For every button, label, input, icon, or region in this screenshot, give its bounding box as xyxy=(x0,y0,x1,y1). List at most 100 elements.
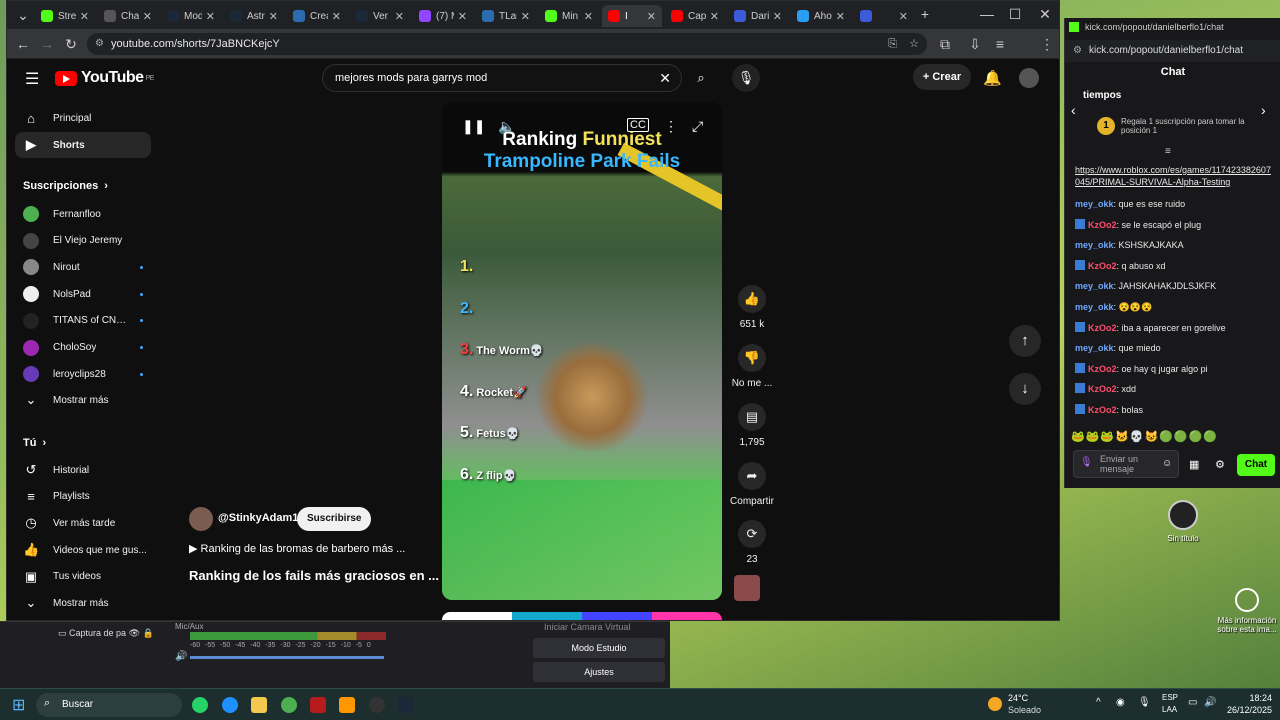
app-icon-a[interactable] xyxy=(339,697,355,713)
short-video-player[interactable]: Ranking Funniest Trampoline Park Fails 1… xyxy=(442,102,722,600)
clock-date[interactable]: 26/12/2025 xyxy=(1222,705,1272,715)
tab-close-icon[interactable]: ✕ xyxy=(584,10,593,23)
sidebar-item-shorts[interactable]: ▶ Shorts xyxy=(15,132,151,158)
browser-tab[interactable]: Aho ✕ xyxy=(791,5,851,27)
start-windows-icon[interactable]: ⊞ xyxy=(12,695,25,715)
tab-close-icon[interactable]: ✕ xyxy=(710,10,719,23)
new-tab-icon[interactable]: + xyxy=(917,6,933,22)
comments-button[interactable]: ▤ 1,795 xyxy=(727,403,777,448)
back-icon[interactable]: ← xyxy=(15,36,31,52)
downloads-icon[interactable]: ⇩ xyxy=(967,36,983,52)
browser-tab[interactable]: Mod ✕ xyxy=(161,5,221,27)
pause-icon[interactable]: ❚❚ xyxy=(462,118,485,135)
voice-search-button[interactable]: 🎙 xyxy=(732,64,760,92)
chat-settings-icon[interactable]: ⚙ xyxy=(1215,458,1225,471)
subscriptions-heading[interactable]: Suscripciones › xyxy=(23,180,108,192)
browser-tab[interactable]: ✕ xyxy=(854,5,914,27)
browser-tab[interactable]: Chat ✕ xyxy=(98,5,158,27)
pinned-toggle-icon[interactable]: ≡ xyxy=(1165,146,1171,157)
keyboard-layout[interactable]: LAA xyxy=(1162,705,1177,714)
emote-bar[interactable]: 🐸🐸🐸🐱💀😺🟢🟢🟢🟢 xyxy=(1071,430,1275,444)
chat-username[interactable]: KzOo2 xyxy=(1088,364,1117,374)
address-bar[interactable]: ⚙ youtube.com/shorts/7JaBNCKejcY ⎘ ☆ xyxy=(87,33,927,55)
channel-name[interactable]: @StinkyAdam1 xyxy=(218,512,298,524)
chat-username[interactable]: mey_okk xyxy=(1075,343,1114,353)
language-code[interactable]: ESP xyxy=(1162,693,1178,702)
dislike-button[interactable]: 👎 No me ... xyxy=(727,344,777,389)
volume-slider[interactable] xyxy=(190,656,384,659)
tab-close-icon[interactable]: ✕ xyxy=(521,10,530,23)
chat-username[interactable]: mey_okk xyxy=(1075,302,1114,312)
steam-icon[interactable] xyxy=(398,697,414,713)
tab-close-icon[interactable]: ✕ xyxy=(80,10,89,23)
tray-mic-icon[interactable]: 🎙 xyxy=(1138,697,1151,708)
you-heading[interactable]: Tú › xyxy=(23,437,46,449)
like-button[interactable]: 👍 651 k xyxy=(727,285,777,330)
browser-tab[interactable]: Astr ✕ xyxy=(224,5,284,27)
tab-close-icon[interactable]: ✕ xyxy=(836,10,845,23)
kick-address-bar[interactable]: ⚙ kick.com/popout/danielberflo1/chat xyxy=(1065,40,1280,62)
tab-close-icon[interactable]: ✕ xyxy=(143,10,152,23)
network-icon[interactable]: ▭ xyxy=(1188,697,1197,708)
chat-link[interactable]: https://www.roblox.com/es/games/11742338… xyxy=(1075,165,1271,187)
remix-button[interactable]: ⟳ 23 xyxy=(727,520,777,565)
store-icon[interactable]: ▦ xyxy=(1189,458,1199,471)
tray-chevron-icon[interactable]: ^ xyxy=(1096,697,1101,708)
tab-close-icon[interactable]: ✕ xyxy=(899,10,908,23)
sidebar-subscription[interactable]: TITANS of CNC ... xyxy=(15,308,151,334)
sidebar-subscription[interactable]: CholoSoy xyxy=(15,335,151,361)
show-more-subscriptions[interactable]: ⌄ Mostrar más xyxy=(15,387,151,413)
media-control-icon[interactable]: ≡ xyxy=(992,36,1008,52)
whatsapp-icon[interactable] xyxy=(192,697,208,713)
show-more-you[interactable]: ⌄ Mostrar más xyxy=(15,590,151,616)
chat-username[interactable]: KzOo2 xyxy=(1088,261,1117,271)
sidebar-subscription[interactable]: Fernanfloo xyxy=(15,201,151,227)
volume-icon[interactable]: 🔈 xyxy=(498,118,515,135)
browser-tab[interactable]: Stre ✕ xyxy=(35,5,95,27)
chat-username[interactable]: KzOo2 xyxy=(1088,384,1117,394)
desktop-icon-sin-titulo[interactable]: Sin título xyxy=(1148,500,1218,543)
file-explorer-icon[interactable] xyxy=(251,697,267,713)
captions-icon[interactable]: CC xyxy=(627,118,649,132)
browser-tab[interactable]: Min ✕ xyxy=(539,5,599,27)
tab-close-icon[interactable]: ✕ xyxy=(332,10,341,23)
install-app-icon[interactable]: ⎘ xyxy=(888,33,897,55)
browser-tab[interactable]: Crea ✕ xyxy=(287,5,347,27)
browser-tab[interactable]: I ✕ xyxy=(602,5,662,27)
send-chat-button[interactable]: Chat xyxy=(1237,454,1275,476)
channel-avatar[interactable] xyxy=(189,507,213,531)
tab-close-icon[interactable]: ✕ xyxy=(269,10,278,23)
more-options-icon[interactable]: ⋮ xyxy=(664,118,678,135)
subscribe-button[interactable]: Suscribirse xyxy=(297,507,372,531)
tab-close-icon[interactable]: ✕ xyxy=(395,10,404,23)
chat-username[interactable]: mey_okk xyxy=(1075,281,1114,291)
short-caption[interactable]: Ranking de los fails más graciosos en ..… xyxy=(189,568,439,583)
weather-desc[interactable]: Soleado xyxy=(1008,705,1041,715)
tab-close-icon[interactable]: ✕ xyxy=(206,10,215,23)
next-short-preview[interactable] xyxy=(442,612,722,620)
browser-tab[interactable]: Dari ✕ xyxy=(728,5,788,27)
sidebar-subscription[interactable]: leroyclips28 xyxy=(15,361,151,387)
sidebar-item-thumbs-up[interactable]: 👍 Videos que me gus... xyxy=(15,537,151,563)
browser-menu-icon[interactable]: ⋮ xyxy=(1039,36,1055,52)
volume-tray-icon[interactable]: 🔊 xyxy=(1204,697,1216,708)
account-avatar[interactable] xyxy=(1019,68,1039,88)
tab-close-icon[interactable]: ✕ xyxy=(458,10,467,23)
tab-search-icon[interactable]: ⌄ xyxy=(15,7,31,23)
sound-thumbnail[interactable] xyxy=(734,575,760,601)
browser-tab[interactable]: Capt ✕ xyxy=(665,5,725,27)
extensions-icon[interactable]: ⧉ xyxy=(937,36,953,52)
forward-icon[interactable]: → xyxy=(39,36,55,52)
app-icon-red[interactable] xyxy=(310,697,326,713)
chrome-icon[interactable] xyxy=(281,697,297,713)
weather-temp[interactable]: 24°C xyxy=(1008,693,1028,703)
sidebar-item-watch-later[interactable]: ◷ Ver más tarde xyxy=(15,510,151,536)
tab-close-icon[interactable]: ✕ xyxy=(773,10,782,23)
chat-username[interactable]: KzOo2 xyxy=(1088,220,1117,230)
tab-close-icon[interactable]: ✕ xyxy=(647,10,656,23)
close-window-icon[interactable]: ✕ xyxy=(1037,6,1053,22)
browser-tab[interactable]: TLau ✕ xyxy=(476,5,536,27)
music-row[interactable]: ▶ Ranking de las bromas de barbero más .… xyxy=(189,542,429,555)
share-button[interactable]: ➦ Compartir xyxy=(727,462,777,507)
edge-icon[interactable] xyxy=(222,697,238,713)
